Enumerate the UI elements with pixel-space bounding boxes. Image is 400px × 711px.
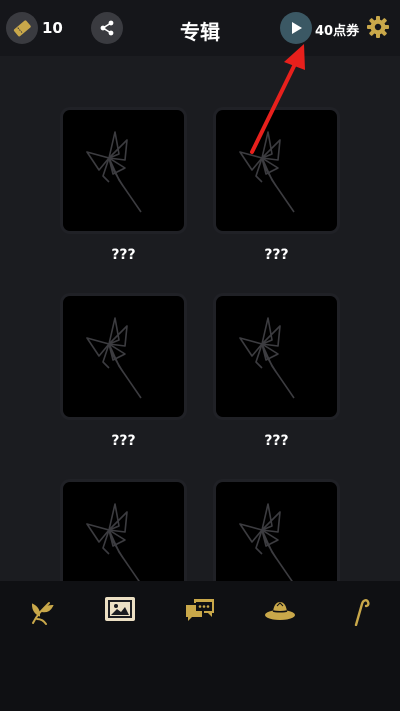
album-thumbnail	[216, 110, 337, 231]
nav-hat[interactable]	[262, 593, 298, 629]
locked-flower-icon	[238, 130, 295, 212]
top-bar: 10 专辑 40点券	[0, 0, 400, 56]
album-card-label: ???	[111, 433, 136, 449]
album-card[interactable]: ???	[216, 296, 337, 449]
album-card-label: ???	[264, 433, 289, 449]
nav-cane[interactable]	[342, 593, 378, 629]
locked-flower-icon	[85, 316, 142, 398]
locked-flower-icon	[238, 316, 295, 398]
album-card[interactable]: ???	[63, 482, 184, 581]
album-thumbnail	[63, 110, 184, 231]
album-screen: 10 专辑 40点券 ??? ??? ??? ???	[0, 0, 400, 711]
play-icon	[292, 22, 302, 34]
hat-icon	[265, 602, 295, 620]
album-card-label: ???	[111, 247, 136, 263]
album-card-label: ???	[264, 247, 289, 263]
nav-gallery[interactable]	[105, 597, 135, 621]
album-card[interactable]: ???	[216, 110, 337, 263]
play-button[interactable]	[280, 12, 312, 44]
album-thumbnail	[63, 296, 184, 417]
gallery-icon	[108, 600, 132, 618]
locked-flower-icon	[85, 502, 140, 581]
plant-icon	[31, 602, 54, 625]
album-thumbnail	[216, 296, 337, 417]
settings-button[interactable]	[366, 15, 390, 39]
album-thumbnail	[63, 482, 184, 581]
album-card[interactable]: ???	[216, 482, 337, 581]
gear-icon	[367, 16, 389, 38]
locked-flower-icon	[238, 502, 293, 581]
bottom-nav	[0, 581, 400, 711]
album-thumbnail	[216, 482, 337, 581]
album-card[interactable]: ???	[63, 110, 184, 263]
locked-flower-icon	[85, 130, 142, 212]
chat-icon	[186, 599, 214, 621]
album-grid: ??? ??? ??? ???	[0, 56, 400, 581]
cane-icon	[354, 599, 370, 626]
nav-plant[interactable]	[23, 593, 59, 629]
voucher-label[interactable]: 40点券	[315, 20, 359, 39]
album-card[interactable]: ???	[63, 296, 184, 449]
nav-chat[interactable]	[182, 593, 218, 629]
